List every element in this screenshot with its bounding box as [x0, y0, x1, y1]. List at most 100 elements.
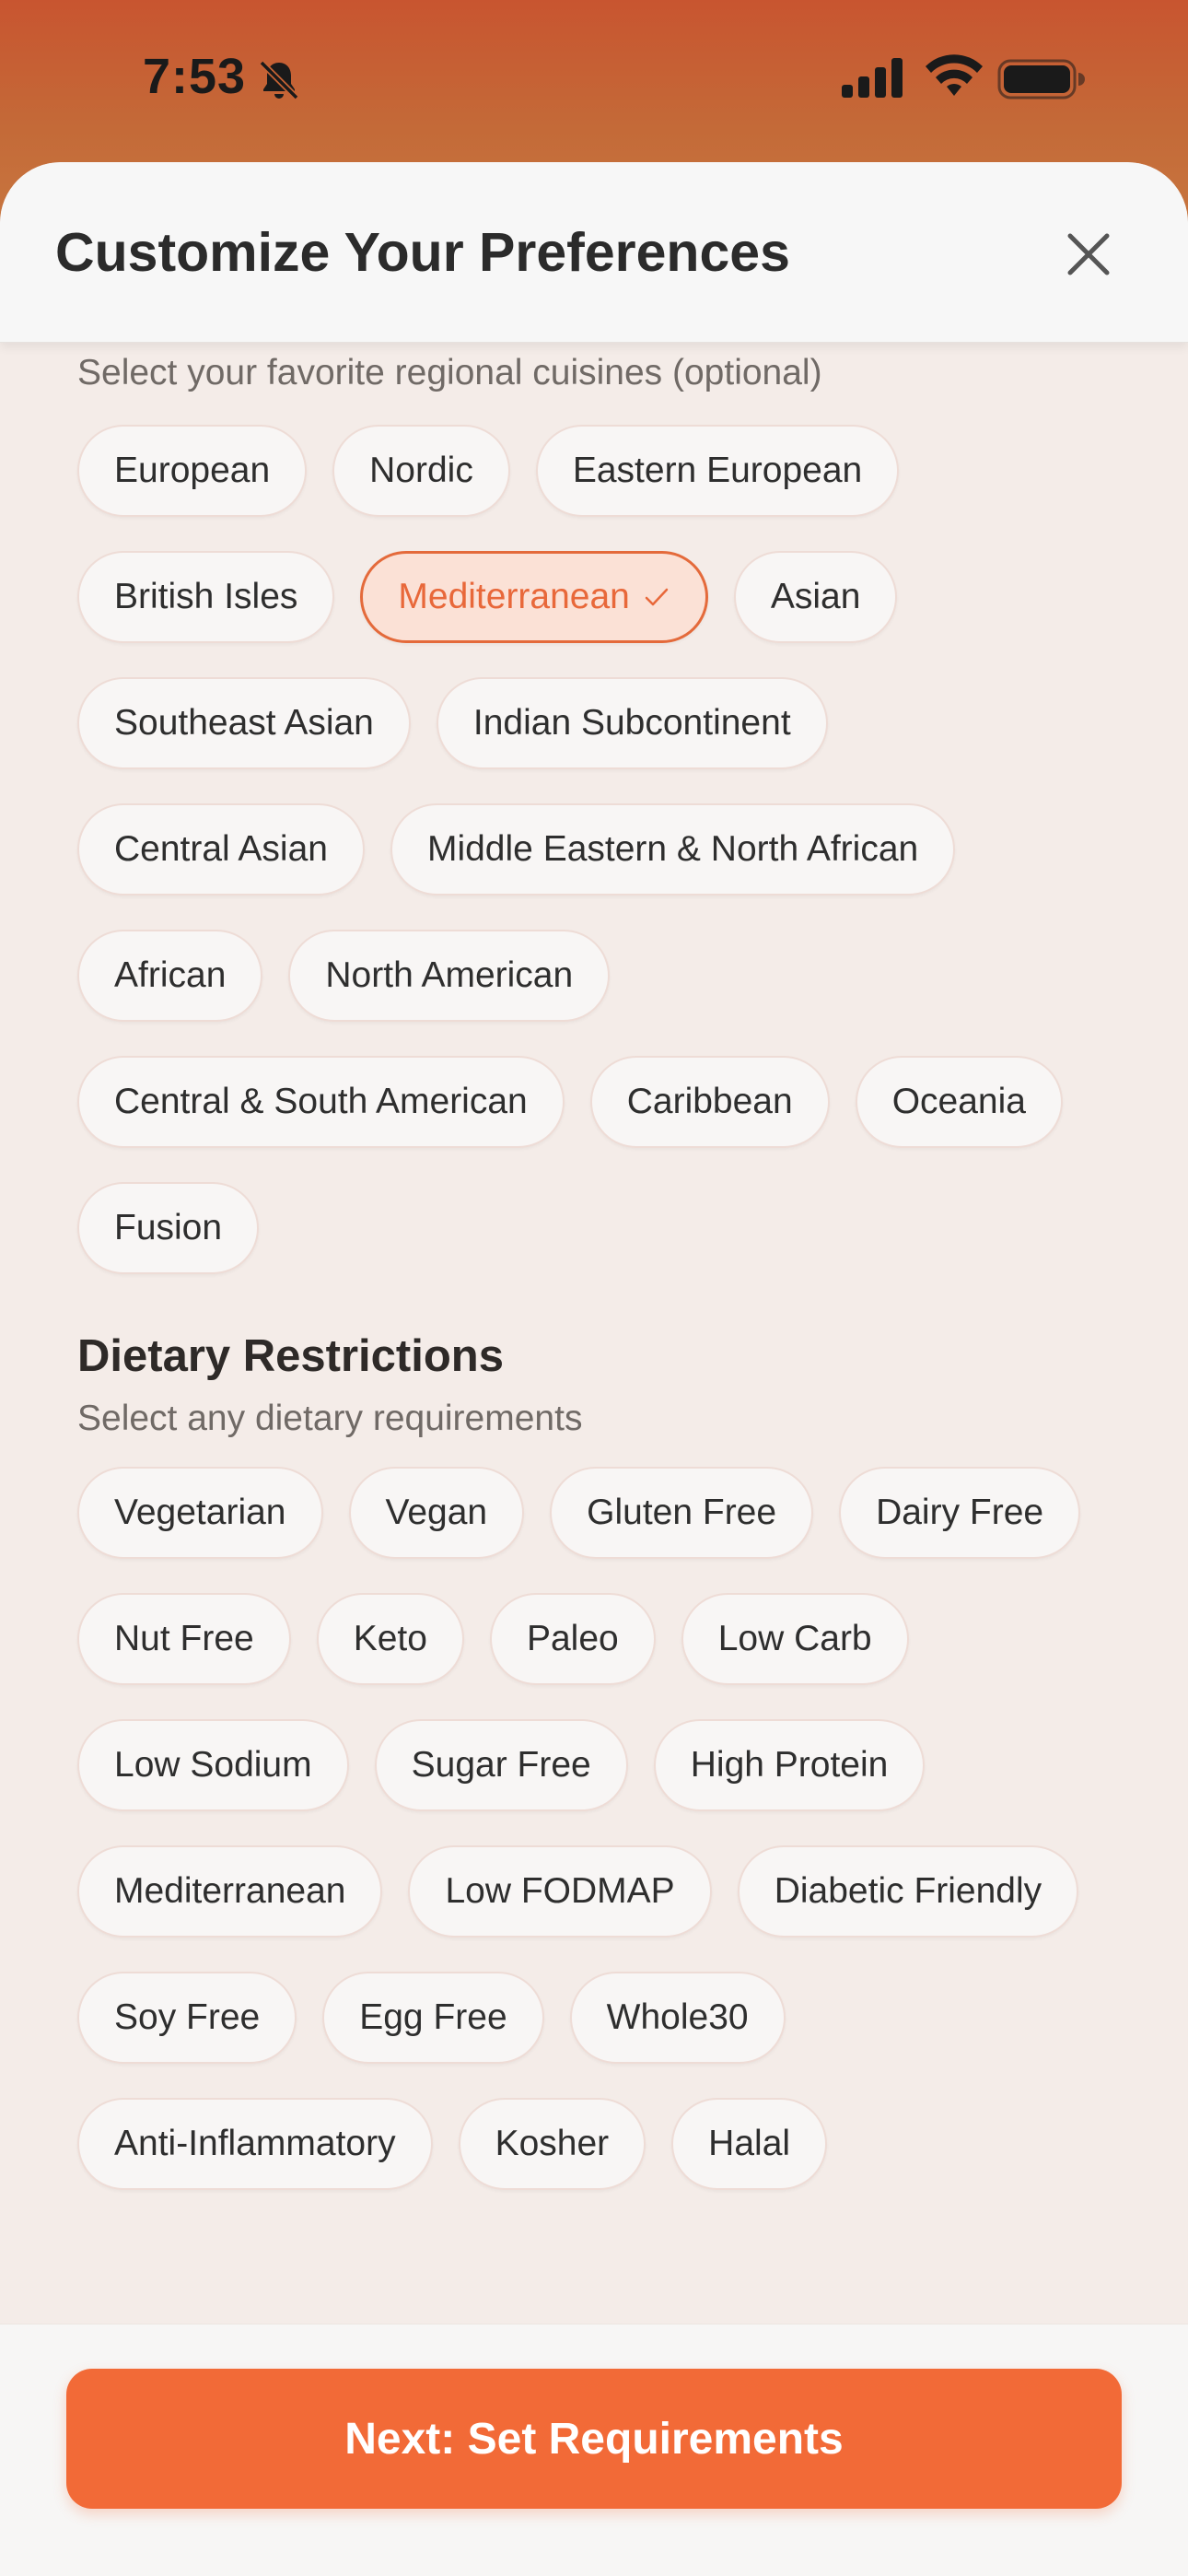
- dietary-chip-label: Low Sodium: [114, 1745, 312, 1785]
- dietary-chip-label: Keto: [353, 1619, 427, 1658]
- dietary-chip-diabetic-friendly[interactable]: Diabetic Friendly: [737, 1845, 1079, 1938]
- cuisine-chip-middle-eastern-north-african[interactable]: Middle Eastern & North African: [390, 803, 956, 896]
- cuisine-chip-label: Nordic: [369, 451, 473, 490]
- dietary-chip-label: High Protein: [690, 1745, 889, 1785]
- dietary-chip-row: Low Sodium Sugar Free High Protein: [77, 1719, 1136, 1811]
- cuisine-chip-label: Indian Subcontinent: [472, 703, 791, 743]
- dietary-chip-nut-free[interactable]: Nut Free: [77, 1593, 291, 1685]
- dietary-chip-row: Vegetarian Vegan Gluten Free Dairy Free: [77, 1467, 1136, 1559]
- cuisine-chip-label: Fusion: [114, 1208, 223, 1247]
- dietary-chip-halal[interactable]: Halal: [671, 2098, 828, 2190]
- cuisine-chip-asian[interactable]: Asian: [733, 551, 898, 643]
- dietary-chip-label: Halal: [708, 2124, 791, 2163]
- dietary-chip-dairy-free[interactable]: Dairy Free: [839, 1467, 1081, 1559]
- footer-bar: Next: Set Requirements: [0, 2324, 1188, 2576]
- cuisine-chip-label: Central & South American: [114, 1082, 528, 1121]
- cuisine-chip-row: Southeast Asian Indian Subcontinent: [77, 677, 1136, 769]
- cuisine-chip-fusion[interactable]: Fusion: [77, 1182, 260, 1274]
- dietary-chip-label: Gluten Free: [587, 1493, 777, 1532]
- dietary-chip-row: Nut Free Keto Paleo Low Carb: [77, 1593, 1136, 1685]
- dietary-chip-label: Diabetic Friendly: [774, 1871, 1042, 1911]
- dietary-chip-mediterranean[interactable]: Mediterranean: [77, 1845, 383, 1938]
- screen: 7:53 Customize Your Preferences Select y…: [0, 0, 1188, 2576]
- cuisine-chip-label: Asian: [770, 577, 861, 616]
- dietary-chip-label: Soy Free: [114, 1997, 261, 2037]
- dietary-chip-label: Dairy Free: [876, 1493, 1044, 1532]
- checkmark-icon: [645, 588, 669, 606]
- dietary-chip-label: Low FODMAP: [445, 1871, 675, 1911]
- cuisine-chip-central-asian[interactable]: Central Asian: [77, 803, 365, 896]
- page-title: Customize Your Preferences: [55, 222, 790, 283]
- cuisine-chip-label: Mediterranean: [398, 577, 630, 616]
- dietary-chip-soy-free[interactable]: Soy Free: [77, 1972, 297, 2064]
- next-set-requirements-button[interactable]: Next: Set Requirements: [66, 2369, 1122, 2509]
- dietary-chip-label: Vegan: [385, 1493, 488, 1532]
- dietary-chip-row: Anti-Inflammatory Kosher Halal: [77, 2098, 1136, 2190]
- dietary-chip-vegan[interactable]: Vegan: [348, 1467, 525, 1559]
- cuisine-chip-nordic[interactable]: Nordic: [332, 425, 510, 517]
- cuisine-chip-row: European Nordic Eastern European: [77, 425, 1136, 517]
- preferences-sheet: Customize Your Preferences Select your f…: [0, 162, 1188, 2576]
- dietary-chip-paleo[interactable]: Paleo: [489, 1593, 656, 1685]
- dietary-chip-label: Mediterranean: [114, 1871, 346, 1911]
- close-icon[interactable]: [1059, 225, 1118, 284]
- dietary-chip-label: Low Carb: [717, 1619, 872, 1658]
- dietary-section-title: Dietary Restrictions: [77, 1331, 504, 1381]
- cuisine-chip-african[interactable]: African: [77, 930, 263, 1022]
- dietary-chip-label: Sugar Free: [411, 1745, 591, 1785]
- cuisine-chip-label: Caribbean: [626, 1082, 793, 1121]
- cuisine-chip-southeast-asian[interactable]: Southeast Asian: [77, 677, 411, 769]
- dietary-chip-high-protein[interactable]: High Protein: [653, 1719, 926, 1811]
- dietary-chip-label: Anti-Inflammatory: [114, 2124, 396, 2163]
- cuisine-chip-north-american[interactable]: North American: [288, 930, 611, 1022]
- cuisine-chip-label: Oceania: [891, 1082, 1026, 1121]
- cuisine-chip-caribbean[interactable]: Caribbean: [589, 1056, 830, 1148]
- dietary-chip-row: Mediterranean Low FODMAP Diabetic Friendly: [77, 1845, 1136, 1938]
- cuisine-chip-label: Middle Eastern & North African: [426, 829, 919, 869]
- dietary-subtitle: Select any dietary requirements: [77, 1399, 583, 1438]
- cuisine-chip-list: European Nordic Eastern European British Is…: [77, 425, 1136, 1308]
- dietary-chip-vegetarian[interactable]: Vegetarian: [77, 1467, 323, 1559]
- dietary-chip-gluten-free[interactable]: Gluten Free: [550, 1467, 814, 1559]
- dietary-chip-keto[interactable]: Keto: [316, 1593, 464, 1685]
- dietary-chip-low-sodium[interactable]: Low Sodium: [77, 1719, 349, 1811]
- wifi-icon: [926, 54, 983, 96]
- dietary-chip-kosher[interactable]: Kosher: [458, 2098, 646, 2190]
- cuisine-chip-row: British Isles Mediterranean Asian: [77, 551, 1136, 643]
- cuisine-chip-mediterranean[interactable]: Mediterranean: [360, 551, 708, 643]
- dietary-chip-list: Vegetarian Vegan Gluten Free Dairy Free Nut …: [77, 1467, 1136, 2224]
- cuisine-chip-label: Southeast Asian: [114, 703, 374, 743]
- dietary-chip-sugar-free[interactable]: Sugar Free: [374, 1719, 628, 1811]
- battery-icon: [997, 59, 1085, 100]
- dietary-chip-label: Nut Free: [114, 1619, 254, 1658]
- cuisine-chip-row: African North American: [77, 930, 1136, 1022]
- cuisine-chip-british-isles[interactable]: British Isles: [77, 551, 335, 643]
- sheet-header: Customize Your Preferences: [0, 162, 1188, 343]
- dietary-chip-egg-free[interactable]: Egg Free: [322, 1972, 544, 2064]
- status-bar: 7:53: [0, 0, 1188, 161]
- cuisine-chip-label: Eastern European: [572, 451, 863, 490]
- dietary-chip-anti-inflammatory[interactable]: Anti-Inflammatory: [77, 2098, 433, 2190]
- bell-slash-icon: [259, 60, 299, 100]
- cuisine-chip-central-south-american[interactable]: Central & South American: [77, 1056, 565, 1148]
- cellular-signal-icon: [842, 58, 903, 98]
- dietary-chip-label: Egg Free: [359, 1997, 507, 2037]
- status-time: 7:53: [143, 49, 247, 104]
- dietary-chip-low-fodmap[interactable]: Low FODMAP: [408, 1845, 712, 1938]
- cuisine-chip-label: North American: [325, 955, 574, 995]
- cuisine-chip-label: African: [114, 955, 227, 995]
- cuisine-chip-row: Central & South American Caribbean Oceania: [77, 1056, 1136, 1148]
- dietary-chip-label: Vegetarian: [114, 1493, 286, 1532]
- dietary-chip-whole30[interactable]: Whole30: [569, 1972, 786, 2064]
- cuisine-chip-indian-subcontinent[interactable]: Indian Subcontinent: [436, 677, 828, 769]
- cuisine-chip-oceania[interactable]: Oceania: [855, 1056, 1063, 1148]
- cuisine-chip-european[interactable]: European: [77, 425, 308, 517]
- cuisine-chip-label: European: [114, 451, 271, 490]
- dietary-chip-low-carb[interactable]: Low Carb: [681, 1593, 909, 1685]
- cuisine-chip-label: Central Asian: [114, 829, 328, 869]
- cuisine-chip-row: Central Asian Middle Eastern & North Afri…: [77, 803, 1136, 896]
- cuisine-chip-eastern-european[interactable]: Eastern European: [535, 425, 900, 517]
- dietary-chip-label: Whole30: [606, 1997, 749, 2037]
- dietary-chip-label: Paleo: [526, 1619, 619, 1658]
- cuisine-chip-label: British Isles: [114, 577, 298, 616]
